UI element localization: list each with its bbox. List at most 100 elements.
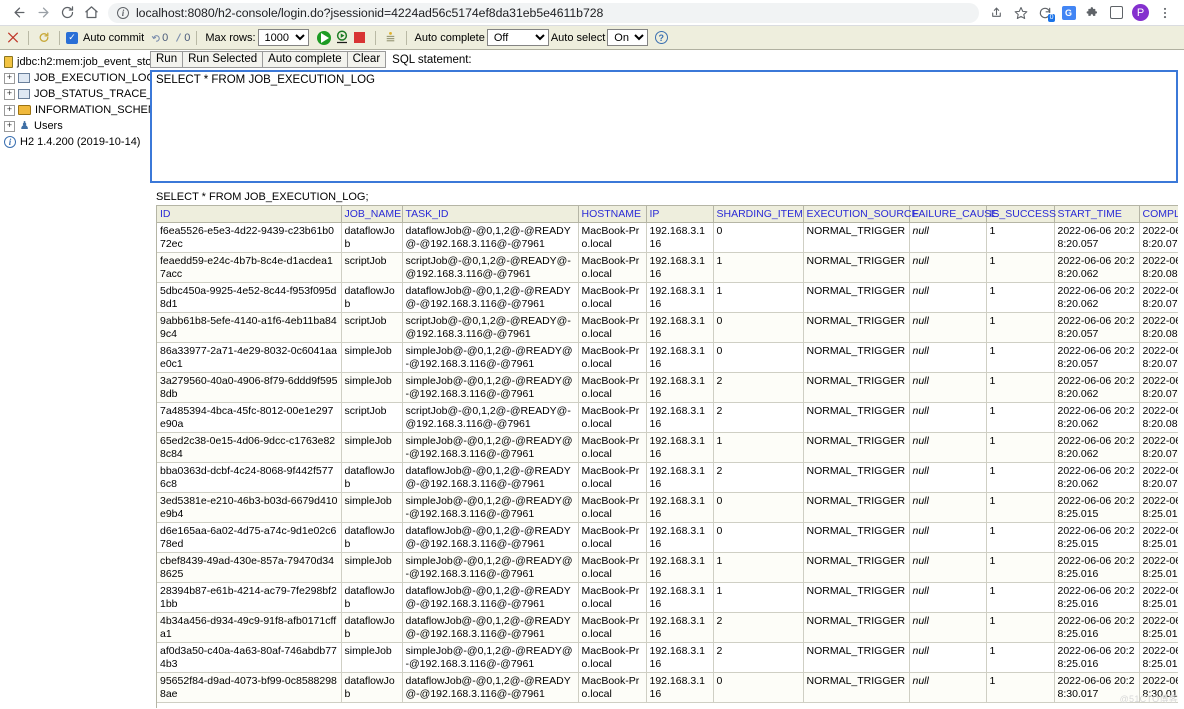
table-row[interactable]: feaedd59-e24c-4b7b-8c4e-d1acdea17accscri… xyxy=(157,253,1178,283)
rollback-icon[interactable]: 0 xyxy=(173,32,190,44)
run-button[interactable]: Run xyxy=(150,51,183,68)
table-cell: 2022-06-06 20:28:20.073 xyxy=(1139,463,1178,493)
three-dot-menu-icon[interactable] xyxy=(1153,1,1176,24)
table-cell: dataflowJob xyxy=(341,283,402,313)
table-cell: NORMAL_TRIGGER xyxy=(803,463,909,493)
table-cell: MacBook-Pro.local xyxy=(578,463,646,493)
table-cell: 192.168.3.116 xyxy=(646,463,713,493)
avatar[interactable]: P xyxy=(1129,1,1152,24)
database-icon xyxy=(4,56,13,68)
expander-icon[interactable]: + xyxy=(4,73,15,84)
run-play-icon[interactable] xyxy=(315,29,333,47)
history-icon[interactable] xyxy=(382,29,400,47)
refresh-icon[interactable] xyxy=(35,29,53,47)
table-cell: simpleJob xyxy=(341,643,402,673)
table-cell: 2022-06-06 20:28:20.062 xyxy=(1054,283,1139,313)
table-row[interactable]: 4b34a456-d934-49c9-91f8-afb0171cffa1data… xyxy=(157,613,1178,643)
table-cell: NORMAL_TRIGGER xyxy=(803,433,909,463)
auto-commit-checkbox[interactable]: ✓ xyxy=(66,32,78,44)
table-cell: MacBook-Pro.local xyxy=(578,553,646,583)
column-header[interactable]: HOSTNAME xyxy=(578,206,646,223)
sidebar-item-job-status-trace-log[interactable]: + JOB_STATUS_TRACE_LOG xyxy=(4,86,150,102)
table-row[interactable]: 3ed5381e-e210-46b3-b03d-6679d410e9b4simp… xyxy=(157,493,1178,523)
table-cell: d6e165aa-6a02-4d75-a74c-9d1e02c678ed xyxy=(157,523,341,553)
clear-button[interactable]: Clear xyxy=(348,51,386,68)
column-header[interactable]: ID xyxy=(157,206,341,223)
table-cell: simpleJob@-@0,1,2@-@READY@-@192.168.3.11… xyxy=(402,373,578,403)
star-icon[interactable] xyxy=(1009,1,1032,24)
table-cell: 2022-06-06 20:28:25.017 xyxy=(1139,523,1178,553)
home-icon[interactable] xyxy=(80,2,102,24)
table-row[interactable]: d6e165aa-6a02-4d75-a74c-9d1e02c678eddata… xyxy=(157,523,1178,553)
table-row[interactable]: 3a279560-40a0-4906-8f79-6ddd9f5958dbsimp… xyxy=(157,373,1178,403)
sidebar-item-job-execution-log[interactable]: + JOB_EXECUTION_LOG xyxy=(4,70,150,86)
auto-complete-button[interactable]: Auto complete xyxy=(263,51,348,68)
table-cell: 2022-06-06 20:28:25.016 xyxy=(1054,583,1139,613)
max-rows-select[interactable]: 1000 xyxy=(258,29,309,46)
puzzle-piece-icon[interactable] xyxy=(1081,1,1104,24)
help-icon[interactable]: ? xyxy=(652,29,670,47)
table-cell: 192.168.3.116 xyxy=(646,643,713,673)
run-selected-button[interactable]: Run Selected xyxy=(183,51,263,68)
table-cell: 2022-06-06 20:28:30.018 xyxy=(1139,673,1178,703)
table-row[interactable]: 7a485394-4bca-45fc-8012-00e1e297e90ascri… xyxy=(157,403,1178,433)
expander-icon[interactable]: + xyxy=(4,121,15,132)
column-header[interactable]: IS_SUCCESS xyxy=(986,206,1054,223)
table-row[interactable]: 5dbc450a-9925-4e52-8c44-f953f095d8d1data… xyxy=(157,283,1178,313)
omnibox[interactable]: i localhost:8080/h2-console/login.do?jse… xyxy=(108,3,979,23)
table-cell: af0d3a50-c40a-4a63-80af-746abdb774b3 xyxy=(157,643,341,673)
table-row[interactable]: bba0363d-dcbf-4c24-8068-9f442f5776c8data… xyxy=(157,463,1178,493)
table-cell: MacBook-Pro.local xyxy=(578,223,646,253)
table-cell: 95652f84-d9ad-4073-bf99-0c85882988ae xyxy=(157,673,341,703)
table-cell: 1 xyxy=(986,403,1054,433)
table-cell: MacBook-Pro.local xyxy=(578,583,646,613)
table-row[interactable]: f6ea5526-e5e3-4d22-9439-c23b61b072ecdata… xyxy=(157,223,1178,253)
translate-icon[interactable]: G xyxy=(1057,1,1080,24)
expander-icon[interactable]: + xyxy=(4,105,15,116)
column-header[interactable]: START_TIME xyxy=(1054,206,1139,223)
column-header[interactable]: EXECUTION_SOURCE xyxy=(803,206,909,223)
table-cell: 1 xyxy=(986,433,1054,463)
commit-icon[interactable]: 0 xyxy=(151,32,168,44)
table-cell: NORMAL_TRIGGER xyxy=(803,643,909,673)
folder-icon xyxy=(18,105,31,115)
table-cell: 2022-06-06 20:28:25.016 xyxy=(1054,643,1139,673)
reload-icon[interactable] xyxy=(56,2,78,24)
column-header[interactable]: JOB_NAME xyxy=(341,206,402,223)
table-row[interactable]: 28394b87-e61b-4214-ac79-7fe298bf21bbdata… xyxy=(157,583,1178,613)
table-row[interactable]: 95652f84-d9ad-4073-bf99-0c85882988aedata… xyxy=(157,673,1178,703)
column-header[interactable]: COMPLETE_TIME xyxy=(1139,206,1178,223)
table-cell: dataflowJob xyxy=(341,523,402,553)
tree-connection-row[interactable]: jdbc:h2:mem:job_event_storage xyxy=(4,54,150,70)
table-row[interactable]: 9abb61b8-5efe-4140-a1f6-4eb11ba849c4scri… xyxy=(157,313,1178,343)
site-info-icon[interactable]: i xyxy=(117,7,129,19)
run-selected-icon[interactable] xyxy=(333,29,351,47)
table-row[interactable]: af0d3a50-c40a-4a63-80af-746abdb774b3simp… xyxy=(157,643,1178,673)
table-row[interactable]: cbef8439-49ad-430e-857a-79470d348625simp… xyxy=(157,553,1178,583)
back-arrow-icon[interactable] xyxy=(8,2,30,24)
sidebar-item-information-schema[interactable]: + INFORMATION_SCHEMA xyxy=(4,102,150,118)
table-cell: dataflowJob@-@0,1,2@-@READY@-@192.168.3.… xyxy=(402,583,578,613)
avatar-initial: P xyxy=(1132,4,1149,21)
sql-statement-input[interactable] xyxy=(150,70,1178,183)
expander-icon[interactable]: + xyxy=(4,89,15,100)
share-icon[interactable] xyxy=(985,1,1008,24)
table-cell: null xyxy=(909,553,986,583)
result-table-wrapper[interactable]: IDJOB_NAMETASK_IDHOSTNAMEIPSHARDING_ITEM… xyxy=(156,205,1178,708)
sidebar-item-label: INFORMATION_SCHEMA xyxy=(35,104,150,116)
forward-arrow-icon[interactable] xyxy=(32,2,54,24)
column-header[interactable]: TASK_ID xyxy=(402,206,578,223)
column-header[interactable]: FAILURE_CAUSE xyxy=(909,206,986,223)
auto-complete-select[interactable]: Off xyxy=(487,29,549,46)
auto-select-select[interactable]: On xyxy=(607,29,648,46)
sync-icon[interactable]: 0 xyxy=(1033,1,1056,24)
column-header[interactable]: IP xyxy=(646,206,713,223)
table-row[interactable]: 86a33977-2a71-4e29-8032-0c6041aae0c1simp… xyxy=(157,343,1178,373)
side-panel-icon[interactable] xyxy=(1105,1,1128,24)
stop-icon[interactable] xyxy=(351,29,369,47)
table-cell: 1 xyxy=(713,283,803,313)
column-header[interactable]: SHARDING_ITEM xyxy=(713,206,803,223)
sidebar-item-users[interactable]: + ♟ Users xyxy=(4,118,150,134)
table-row[interactable]: 65ed2c38-0e15-4d06-9dcc-c1763e828c84simp… xyxy=(157,433,1178,463)
disconnect-icon[interactable] xyxy=(4,29,22,47)
